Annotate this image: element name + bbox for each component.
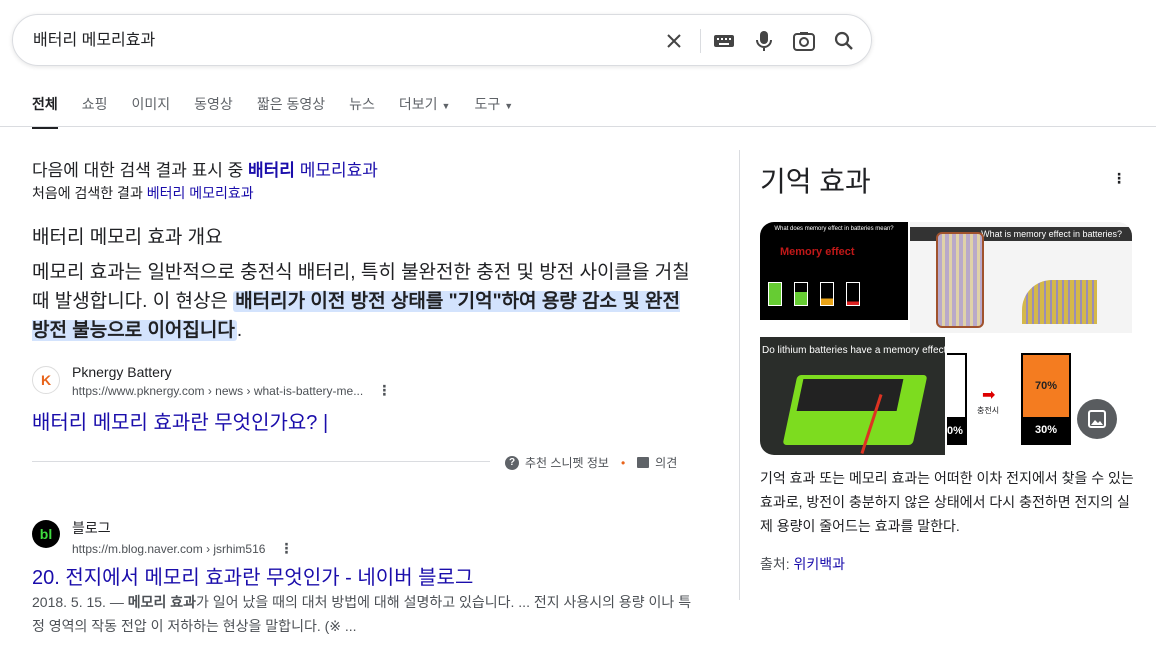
divider xyxy=(700,29,701,53)
feedback-icon xyxy=(637,457,650,468)
tab-label: 이미지 xyxy=(131,96,171,112)
tab-short-videos[interactable]: 짧은 동영상 xyxy=(257,94,325,129)
knowledge-panel-source: 출처: 위키백과 xyxy=(760,554,845,574)
snippet-end: . xyxy=(236,320,243,341)
percent-label: 70% xyxy=(1023,355,1069,417)
snippet-source[interactable]: K Pknergy Battery https://www.pknergy.co… xyxy=(32,364,391,399)
image-capacity-diagram[interactable]: 0% ➡ 충전시 70% 30% xyxy=(947,337,1132,455)
result-description: 2018. 5. 15. — 메모리 효과가 일어 났을 때의 대처 방법에 대… xyxy=(32,590,692,638)
image-search-icon[interactable] xyxy=(1077,399,1117,439)
clear-icon[interactable] xyxy=(660,27,688,55)
lens-icon[interactable] xyxy=(790,27,818,55)
result-title[interactable]: 20. 전지에서 메모리 효과란 무엇인가 - 네이버 블로그 xyxy=(32,561,473,590)
tab-shopping[interactable]: 쇼핑 xyxy=(82,94,108,129)
knowledge-panel-title: 기억 효과 xyxy=(760,166,871,197)
source-name: Pknergy Battery xyxy=(72,364,172,380)
image-text: Memory effect xyxy=(780,246,855,258)
snippet-footer: ? 추천 스니펫 정보 • 의견 xyxy=(505,454,677,471)
more-options-icon[interactable]: ⋮ xyxy=(377,382,391,399)
percent-label: 30% xyxy=(1023,417,1069,443)
source-name: 블로그 xyxy=(72,520,111,536)
more-options-icon[interactable]: ⋮ xyxy=(1112,170,1126,187)
search-box[interactable] xyxy=(12,14,872,66)
tab-label: 도구 xyxy=(474,96,501,112)
arrow-icon: ➡ xyxy=(982,387,996,404)
original-query-link[interactable]: 베터리 메모리효과 xyxy=(147,185,254,201)
tab-all[interactable]: 전체 xyxy=(32,94,58,129)
header-divider xyxy=(0,126,1156,127)
snippet-heading: 배터리 메모리 효과 개요 xyxy=(32,227,223,248)
knowledge-panel-description: 기억 효과 또는 메모리 효과는 어떠한 이차 전지에서 찾을 수 있는 효과로… xyxy=(760,470,1134,534)
image-label: 충전시 xyxy=(977,406,1000,415)
source-url: https://www.pknergy.com › news › what-is… xyxy=(72,383,364,398)
microphone-icon[interactable] xyxy=(750,27,778,55)
tab-label: 동영상 xyxy=(194,96,233,112)
result-source[interactable]: bl 블로그 https://m.blog.naver.com › jsrhim… xyxy=(32,518,293,557)
tab-images[interactable]: 이미지 xyxy=(132,94,171,129)
keyboard-icon[interactable] xyxy=(710,27,738,55)
query-rest: 메모리효과 xyxy=(299,161,378,180)
result-bold: 메모리 효과 xyxy=(127,594,197,610)
more-options-icon[interactable]: ⋮ xyxy=(279,540,293,557)
pknergy-favicon: K xyxy=(32,366,60,394)
tab-news[interactable]: 뉴스 xyxy=(349,94,375,129)
source-label: 출처: xyxy=(760,556,794,572)
blog-favicon: bl xyxy=(32,520,60,548)
image-lithium-battery[interactable]: Do lithium batteries have a memory effec… xyxy=(760,337,945,455)
corrected-term: 배터리 xyxy=(248,161,295,180)
help-icon: ? xyxy=(505,455,519,470)
percent-label: 0% xyxy=(947,417,967,445)
result-date: 2018. 5. 15. — xyxy=(32,594,128,610)
tab-label: 뉴스 xyxy=(349,96,375,112)
image-memory-effect-1[interactable]: What does memory effect in batteries mea… xyxy=(760,222,908,320)
original-query: 처음에 검색한 결과 베터리 메모리효과 xyxy=(32,183,254,203)
panel-divider xyxy=(739,150,740,600)
feedback-link[interactable]: 의견 xyxy=(655,454,677,471)
wikipedia-link[interactable]: 위키백과 xyxy=(794,556,846,572)
search-tabs: 전체 쇼핑 이미지 동영상 짧은 동영상 뉴스 더보기 ▼ 도구 ▼ xyxy=(32,94,537,129)
caret-down-icon: ▼ xyxy=(504,101,514,111)
tab-more[interactable]: 더보기 ▼ xyxy=(399,94,451,129)
featured-snippet-text: 메모리 효과는 일반적으로 충전식 배터리, 특히 불완전한 충전 및 방전 사… xyxy=(32,258,692,345)
search-icon[interactable] xyxy=(830,27,858,55)
tab-videos[interactable]: 동영상 xyxy=(194,94,233,129)
tab-label: 전체 xyxy=(32,96,58,112)
about-snippets-link[interactable]: 추천 스니펫 정보 xyxy=(525,454,609,471)
tab-label: 쇼핑 xyxy=(81,96,108,112)
original-prefix: 처음에 검색한 결과 xyxy=(32,185,143,201)
caret-down-icon: ▼ xyxy=(441,101,451,111)
tab-tools[interactable]: 도구 ▼ xyxy=(474,94,513,129)
separator-dot: • xyxy=(620,455,626,470)
tab-label: 짧은 동영상 xyxy=(256,96,326,112)
corrected-query-link[interactable]: 배터리 메모리효과 xyxy=(248,161,378,180)
tab-label: 더보기 xyxy=(398,96,438,112)
image-caption: Do lithium batteries have a memory effec… xyxy=(762,345,945,356)
correction-prefix: 다음에 대한 검색 결과 표시 중 xyxy=(32,161,244,180)
snippet-divider xyxy=(32,461,490,462)
source-url: https://m.blog.naver.com › jsrhim516 xyxy=(72,541,266,556)
image-memory-effect-2[interactable]: What is memory effect in batteries? xyxy=(910,222,1132,333)
image-caption: What does memory effect in batteries mea… xyxy=(774,226,894,232)
snippet-result-title[interactable]: 배터리 메모리 효과란 무엇인가요? | xyxy=(32,406,328,435)
search-input[interactable] xyxy=(33,29,633,47)
spelling-correction: 다음에 대한 검색 결과 표시 중 배터리 메모리효과 xyxy=(32,156,378,181)
